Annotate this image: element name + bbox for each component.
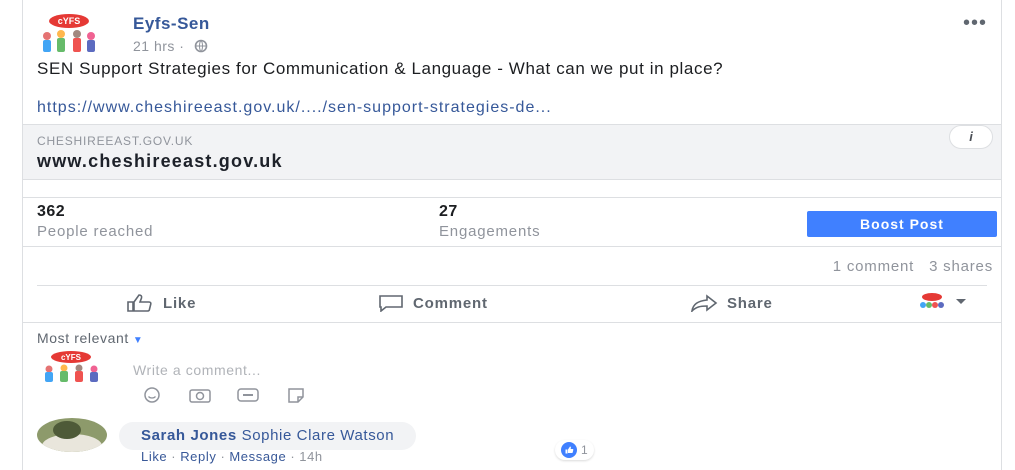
comment-input[interactable] [133, 356, 733, 384]
share-label: Share [727, 294, 773, 312]
info-icon[interactable]: i [949, 125, 993, 149]
caret-down-icon: ▼ [132, 335, 144, 346]
chevron-down-icon [956, 299, 966, 304]
insights-bar: 362 People reached 27 Engagements Boost … [37, 203, 997, 245]
boost-post-button[interactable]: Boost Post [807, 211, 997, 237]
post-time[interactable]: 21 hrs · [133, 38, 184, 54]
comment-author[interactable]: Sarah Jones [141, 427, 237, 444]
globe-icon[interactable] [193, 39, 209, 56]
preview-title[interactable]: www.cheshireeast.gov.uk [37, 151, 283, 172]
comment-reply-link[interactable]: Reply [180, 449, 216, 464]
comment-author-avatar[interactable] [37, 418, 107, 452]
comment-message-link[interactable]: Message [229, 449, 286, 464]
divider [23, 322, 1001, 323]
commenter-avatar: cYFS [45, 351, 98, 382]
like-label: Like [163, 294, 197, 312]
gif-icon[interactable] [235, 386, 261, 404]
post-link[interactable]: https://www.cheshireeast.gov.uk/..../sen… [37, 99, 552, 117]
post-meta: 21 hrs · [133, 38, 209, 56]
comment-text[interactable]: Sophie Clare Watson [242, 427, 395, 444]
like-button[interactable]: Like [125, 294, 196, 312]
link-preview[interactable]: CHESHIREEAST.GOV.UK www.cheshireeast.gov… [23, 124, 1001, 180]
reaction-count: 1 [581, 443, 588, 457]
people-reached-value: 362 [37, 203, 66, 220]
page-name[interactable]: Eyfs-Sen [133, 14, 210, 34]
like-reaction-icon [561, 442, 577, 458]
share-button[interactable]: Share [689, 294, 773, 312]
speech-bubble-icon [379, 295, 403, 312]
thumbs-up-icon [127, 294, 152, 312]
engagements-stat[interactable]: 27 Engagements [439, 203, 540, 240]
camera-icon[interactable] [187, 386, 213, 404]
share-count[interactable]: 3 shares [929, 258, 993, 275]
post-as-selector[interactable] [917, 292, 967, 312]
post-card: cYFS Eyfs-Sen 21 hrs · ••• SEN Support S… [22, 0, 1002, 470]
comment-reaction[interactable]: 1 [555, 440, 594, 460]
engagements-label: Engagements [439, 223, 541, 240]
svg-text:cYFS: cYFS [58, 16, 81, 26]
page-avatar-small [920, 293, 944, 308]
comment-count[interactable]: 1 comment [833, 258, 914, 275]
engagement-counts: 1 comment 3 shares [833, 258, 993, 275]
comment-tools [139, 386, 309, 404]
comment-like-link[interactable]: Like [141, 449, 167, 464]
action-bar: Like Comment Share [37, 285, 987, 321]
sticker-icon[interactable] [283, 386, 309, 404]
comment-bubble: Sarah Jones Sophie Clare Watson [119, 422, 417, 450]
emoji-icon[interactable] [139, 386, 165, 404]
comment-button[interactable]: Comment [377, 294, 488, 312]
share-arrow-icon [691, 294, 718, 312]
svg-text:cYFS: cYFS [61, 353, 82, 362]
people-reached-stat[interactable]: 362 People reached [37, 203, 153, 240]
divider [23, 246, 1001, 247]
comment-sort-label: Most relevant [37, 330, 129, 346]
page-avatar[interactable]: cYFS [37, 12, 101, 56]
preview-domain: CHESHIREEAST.GOV.UK [37, 134, 194, 148]
comment-sort-dropdown[interactable]: Most relevant ▼ [37, 330, 143, 346]
comment-actions: Like · Reply · Message · 14h [141, 449, 323, 464]
divider [23, 197, 1001, 198]
engagements-value: 27 [439, 203, 458, 220]
comment-time[interactable]: 14h [299, 449, 323, 464]
comment-label: Comment [413, 294, 488, 312]
post-text: SEN Support Strategies for Communication… [37, 59, 724, 78]
people-reached-label: People reached [37, 223, 154, 240]
more-options-icon[interactable]: ••• [963, 12, 987, 35]
post-header: cYFS Eyfs-Sen 21 hrs · ••• [37, 10, 987, 58]
